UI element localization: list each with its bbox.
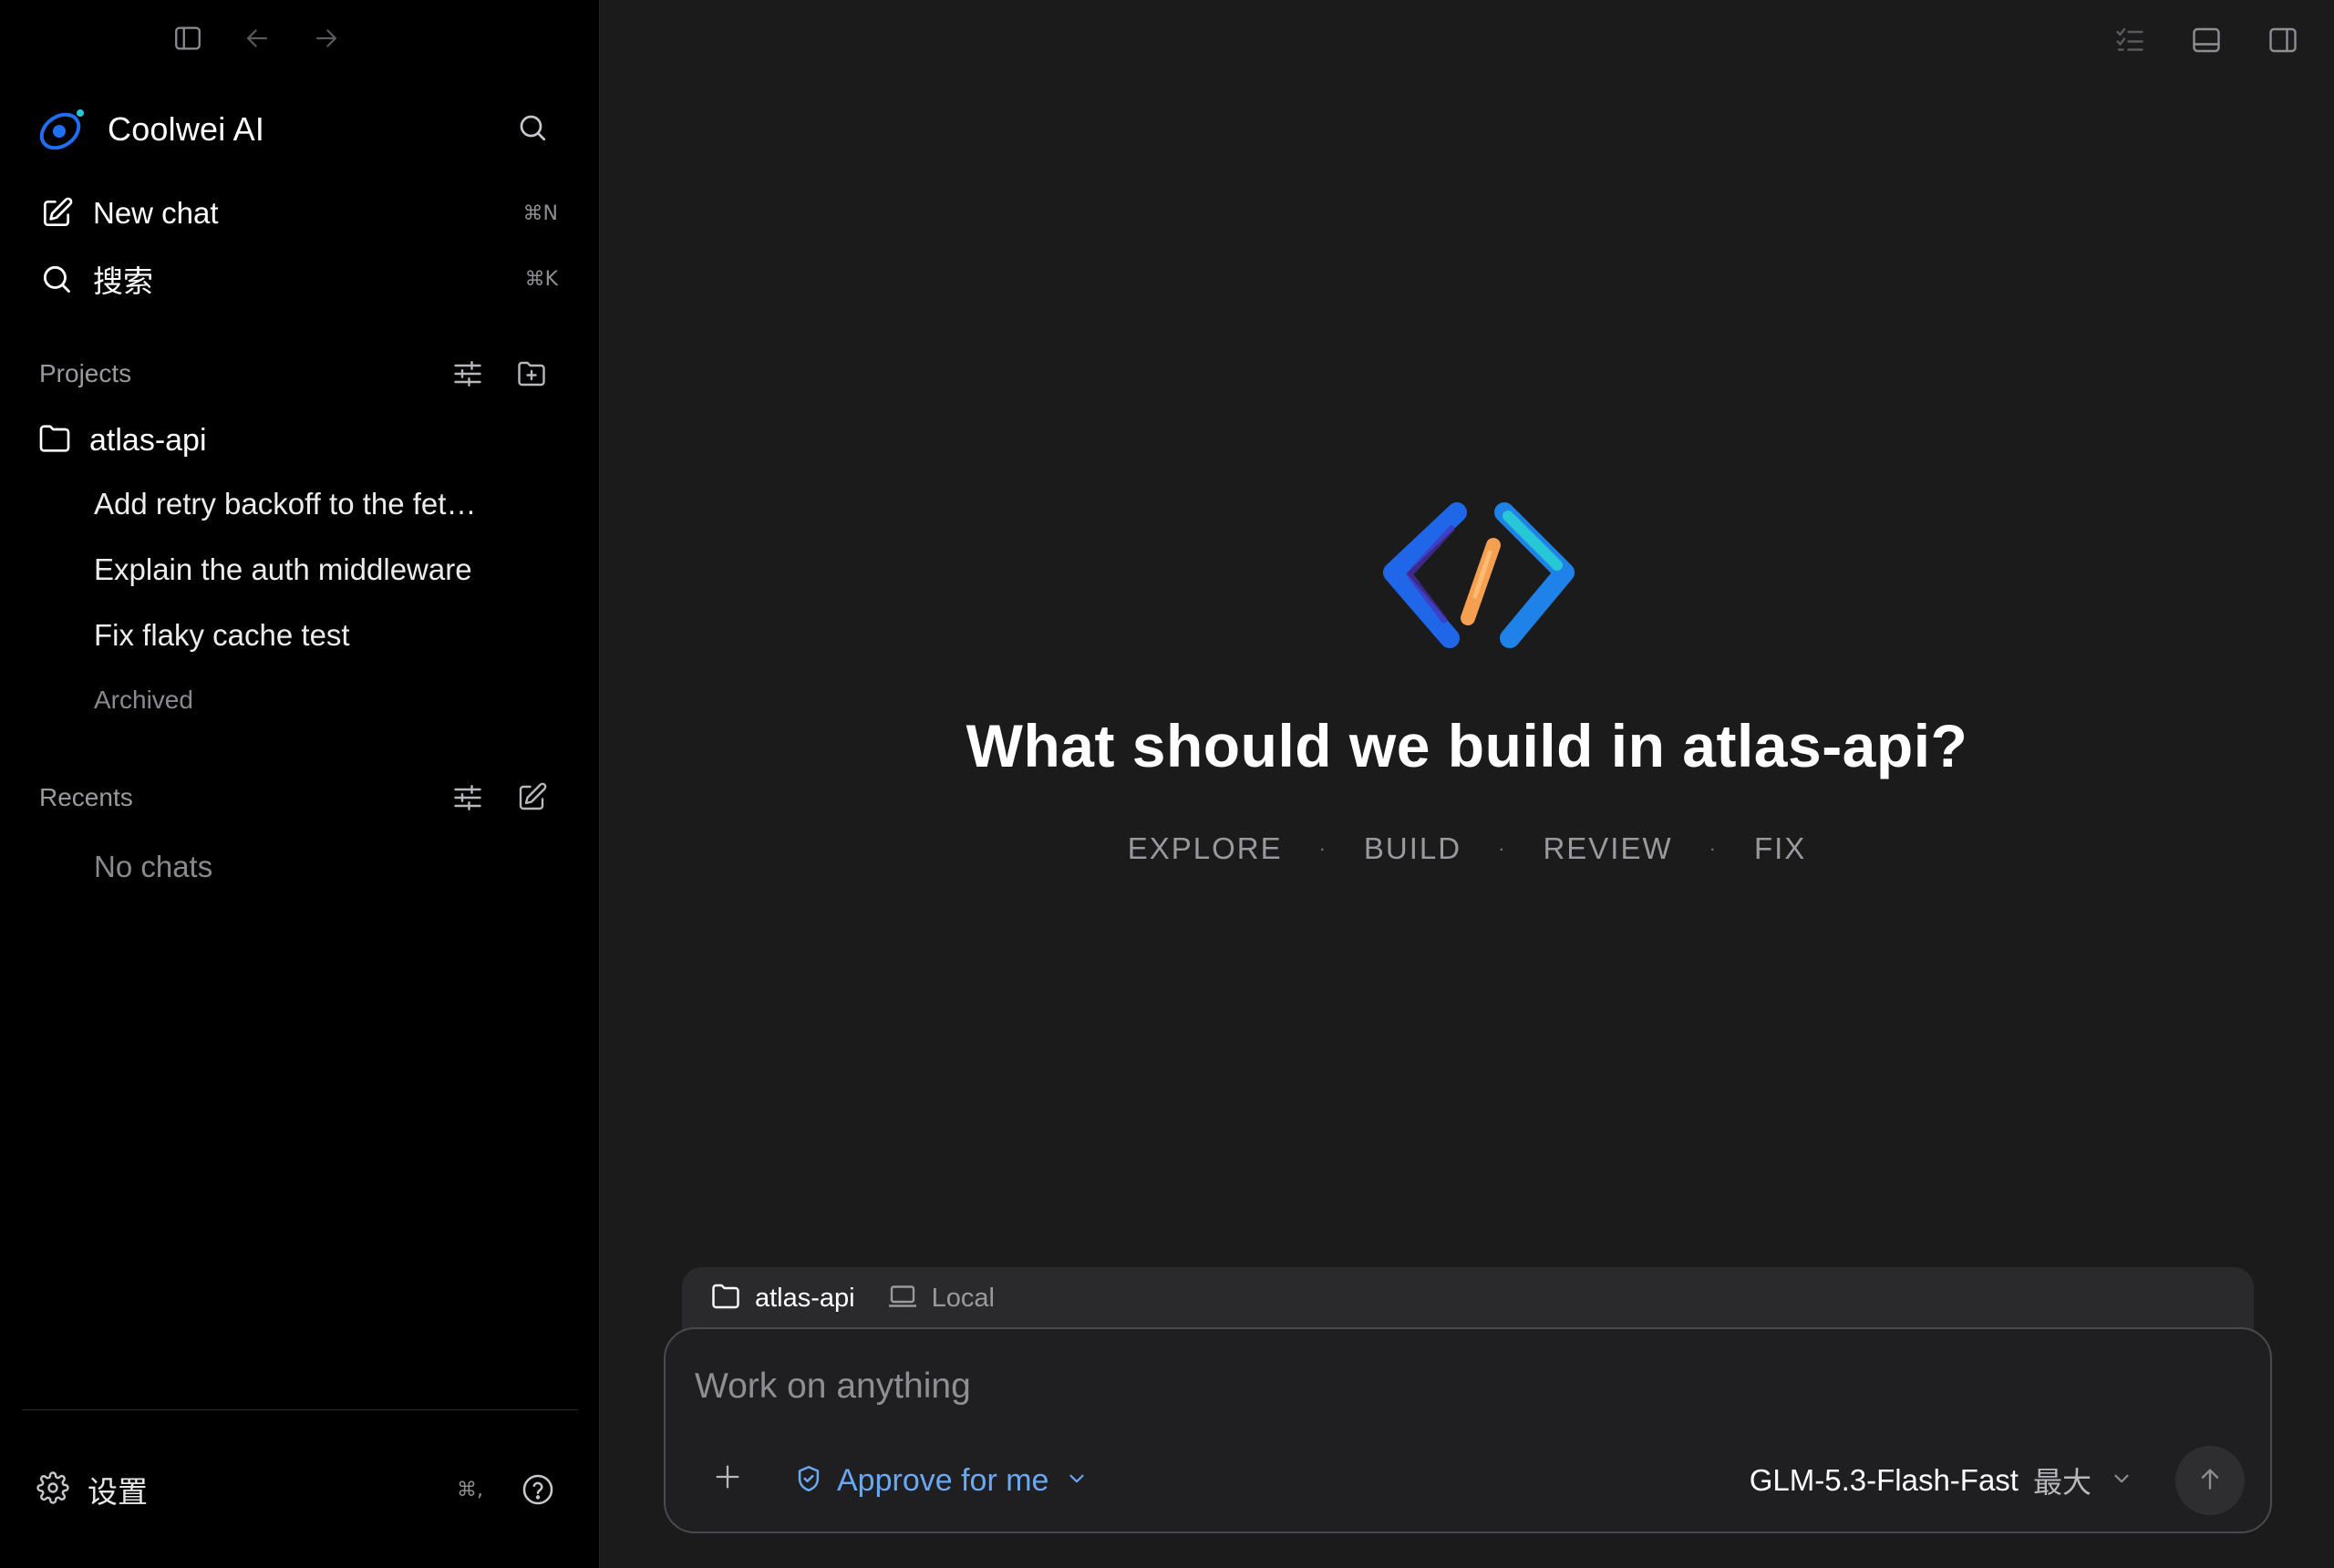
folder-icon bbox=[709, 1280, 742, 1317]
page-title: What should we build in atlas-api? bbox=[966, 712, 1968, 779]
checklist-icon[interactable] bbox=[2112, 22, 2148, 58]
new-chat-label: New chat bbox=[93, 196, 219, 230]
compose-icon bbox=[36, 193, 77, 233]
help-icon[interactable] bbox=[520, 1471, 556, 1508]
shield-check-icon bbox=[793, 1463, 824, 1499]
back-arrow-icon[interactable] bbox=[239, 20, 275, 57]
context-environment-label: Local bbox=[931, 1284, 995, 1313]
sidebar-toggle-icon[interactable] bbox=[170, 20, 206, 57]
tag-separator: · bbox=[1709, 837, 1718, 860]
chevron-down-icon bbox=[1065, 1467, 1089, 1495]
panel-toolbar bbox=[2112, 22, 2301, 58]
settings-button[interactable]: 设置 ⌘, bbox=[36, 1464, 556, 1515]
new-chat-shortcut: ⌘N bbox=[522, 201, 558, 225]
tag-explore: EXPLORE bbox=[1127, 831, 1283, 865]
new-chat-button[interactable]: New chat ⌘N bbox=[36, 188, 565, 239]
add-attachment-icon[interactable] bbox=[709, 1459, 746, 1495]
tag-fix: FIX bbox=[1753, 831, 1807, 865]
tag-review: REVIEW bbox=[1543, 831, 1673, 865]
composer-context-bar: atlas-api Local bbox=[682, 1267, 2254, 1336]
settings-label: 设置 bbox=[88, 1475, 148, 1509]
recents-header: Recents bbox=[39, 775, 550, 820]
search-label: 搜索 bbox=[93, 264, 153, 298]
send-button[interactable] bbox=[2175, 1446, 2245, 1515]
project-item-atlas-api[interactable]: atlas-api bbox=[36, 418, 207, 463]
compose-icon[interactable] bbox=[513, 779, 550, 816]
context-project[interactable]: atlas-api bbox=[709, 1280, 855, 1317]
sidebar-divider bbox=[22, 1409, 578, 1410]
tag-separator: · bbox=[1318, 837, 1327, 860]
app-window: Coolwei AI New chat ⌘N 搜索 ⌘K Projects at… bbox=[0, 0, 2334, 1568]
folder-icon bbox=[36, 420, 73, 461]
context-environment[interactable]: Local bbox=[886, 1280, 995, 1317]
search-icon bbox=[36, 259, 77, 299]
laptop-icon bbox=[886, 1280, 919, 1317]
tag-separator: · bbox=[1498, 837, 1507, 860]
sidebar: Coolwei AI New chat ⌘N 搜索 ⌘K Projects at… bbox=[0, 0, 600, 1568]
search-shortcut: ⌘K bbox=[524, 267, 558, 291]
chat-item[interactable]: Explain the auth middleware bbox=[94, 552, 472, 587]
brand[interactable]: Coolwei AI bbox=[33, 100, 264, 159]
projects-header: Projects bbox=[39, 351, 550, 397]
forward-arrow-icon[interactable] bbox=[308, 20, 345, 57]
composer: Approve for me GLM-5.3-Flash-Fast 最大 bbox=[664, 1327, 2272, 1533]
filter-icon[interactable] bbox=[449, 779, 486, 816]
tag-build: BUILD bbox=[1363, 831, 1462, 865]
chat-item[interactable]: Fix flaky cache test bbox=[94, 618, 350, 653]
arrow-up-icon bbox=[2195, 1464, 2225, 1498]
project-name: atlas-api bbox=[89, 422, 207, 458]
chevron-down-icon bbox=[2110, 1467, 2133, 1495]
search-icon[interactable] bbox=[514, 109, 551, 146]
recents-empty-label: No chats bbox=[94, 850, 213, 883]
new-folder-icon[interactable] bbox=[513, 356, 550, 392]
code-brackets-logo-icon bbox=[1383, 502, 1575, 648]
settings-shortcut: ⌘, bbox=[457, 1478, 483, 1501]
brand-name: Coolwei AI bbox=[108, 110, 265, 148]
projects-title: Projects bbox=[39, 359, 132, 387]
right-panel-toggle-icon[interactable] bbox=[2265, 22, 2301, 58]
approval-mode-dropdown[interactable]: Approve for me bbox=[793, 1453, 1089, 1508]
mode-tags: EXPLORE · BUILD · REVIEW · FIX bbox=[600, 831, 2334, 866]
model-name: GLM-5.3-Flash-Fast bbox=[1749, 1463, 2019, 1497]
model-effort-level: 最大 bbox=[2032, 1466, 2091, 1499]
search-button[interactable]: 搜索 ⌘K bbox=[36, 253, 565, 304]
context-project-label: atlas-api bbox=[755, 1284, 855, 1313]
archived-link[interactable]: Archived bbox=[94, 686, 193, 715]
recents-title: Recents bbox=[39, 783, 133, 811]
brand-logo-icon bbox=[39, 109, 84, 150]
approval-mode-label: Approve for me bbox=[837, 1462, 1049, 1498]
main-panel: What should we build in atlas-api? EXPLO… bbox=[600, 0, 2334, 1568]
prompt-input[interactable] bbox=[693, 1366, 1787, 1408]
bottom-panel-toggle-icon[interactable] bbox=[2188, 22, 2225, 58]
window-nav bbox=[170, 20, 345, 57]
chat-item[interactable]: Add retry backoff to the fet… bbox=[94, 487, 476, 521]
gear-icon bbox=[36, 1470, 69, 1509]
filter-icon[interactable] bbox=[449, 356, 486, 392]
model-selector[interactable]: GLM-5.3-Flash-Fast 最大 bbox=[1750, 1453, 2133, 1508]
